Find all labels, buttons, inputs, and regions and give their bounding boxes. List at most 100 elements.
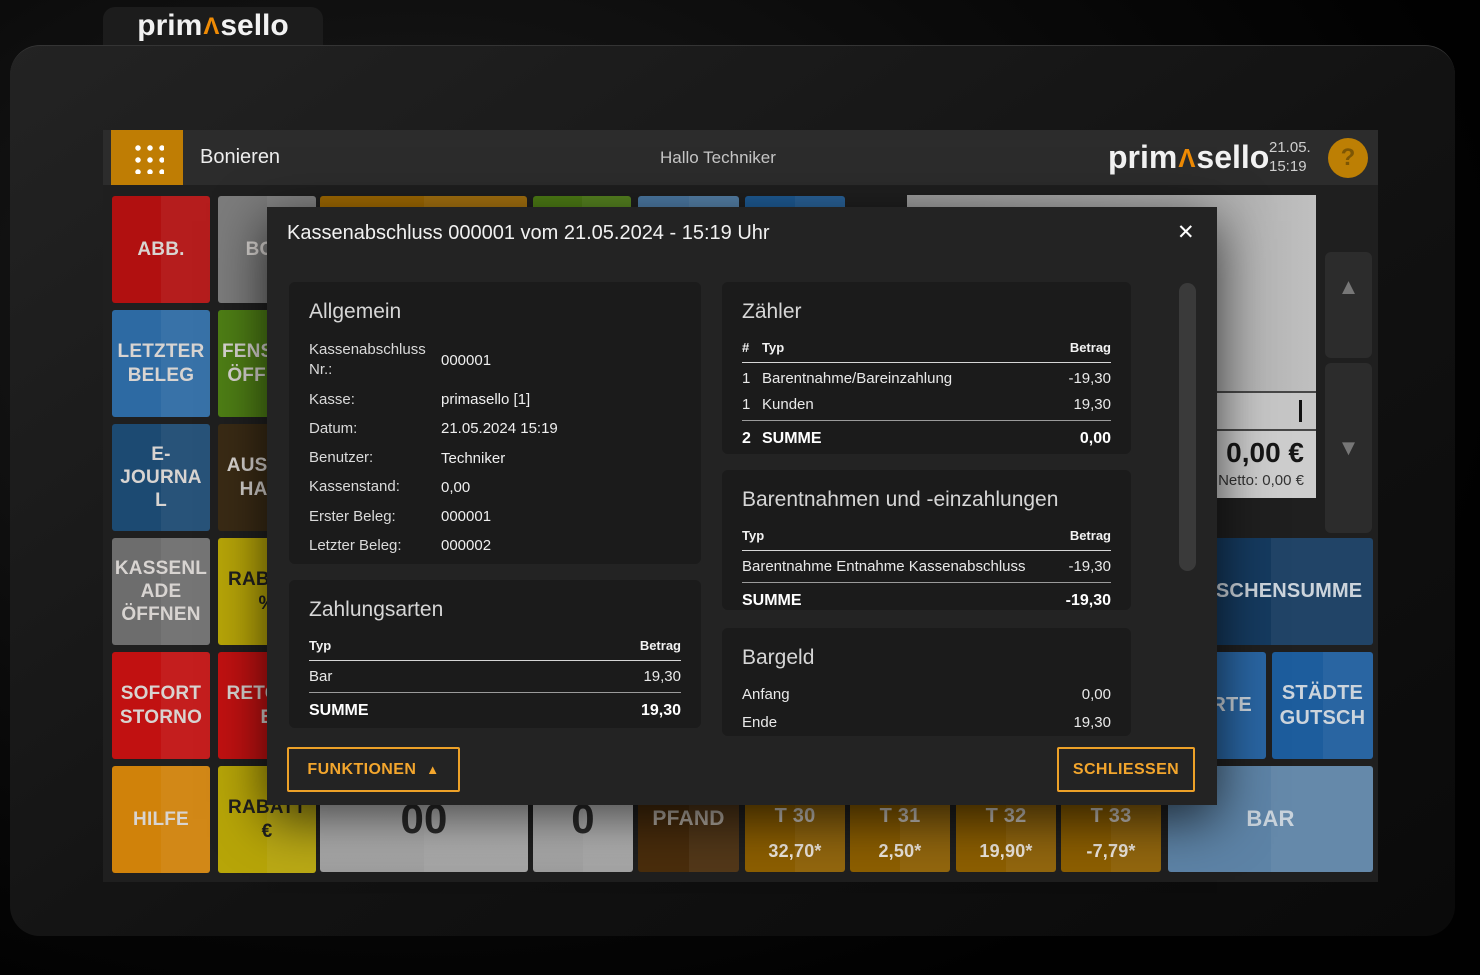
info-row: Kasse: primasello [1] [309,390,681,410]
chevron-down-icon: ▼ [1338,435,1360,461]
sum-label: SUMME [309,702,641,720]
panel-title: Zahlungsarten [309,598,681,622]
menu-button[interactable] [111,130,183,185]
col-typ: Typ [762,340,1070,355]
row-label: Ende [742,714,777,731]
cell-betrag: 19,30 [1073,396,1111,413]
logo-text-pre: prim [137,9,202,42]
funktionen-button[interactable]: FUNKTIONEN ▲ [287,747,460,792]
table-header: # Typ Betrag [742,340,1111,363]
table-label: T 33 [1091,804,1132,828]
cell-num: 1 [742,396,762,413]
sidebar-button-hilfe[interactable]: HILFE [112,766,210,873]
col-num: # [742,340,762,355]
row-label: Kassenabschluss Nr.: [309,340,429,381]
info-row: Kassenstand: 0,00 [309,477,681,497]
col-betrag: Betrag [640,638,681,653]
button-label: LETZTER BELEG [118,340,205,386]
table-label: T 32 [986,804,1027,828]
sum-label: SUMME [762,430,1080,448]
app-header: Bonieren Hallo Techniker primΛsello 21.0… [103,130,1378,185]
table-header: Typ Betrag [742,528,1111,551]
row-value: 21.05.2024 15:19 [441,420,558,437]
table-label: T 30 [775,804,816,828]
col-betrag: Betrag [1070,340,1111,355]
info-row: Erster Beleg: 000001 [309,507,681,527]
sum-value: 19,30 [641,702,681,720]
button-label: BAR [1246,806,1294,833]
cell-num: 1 [742,370,762,387]
sidebar-button-letzter-beleg[interactable]: LETZTER BELEG [112,310,210,417]
header-datetime: 21.05. 15:19 [1269,138,1319,176]
row-label: Letzter Beleg: [309,536,429,556]
panel-title: Bargeld [742,646,1111,670]
cell-typ: Kunden [762,396,1073,413]
button-label: STÄDTE GUTSCH [1280,681,1366,730]
sidebar-button-e-journal[interactable]: E- JOURNA L [112,424,210,531]
sum-value: -19,30 [1066,592,1111,610]
table-amount: 19,90* [956,841,1056,863]
button-label: E- JOURNA L [120,443,201,513]
col-typ: Typ [742,528,1070,543]
sum-label: SUMME [742,592,1066,610]
col-betrag: Betrag [1070,528,1111,543]
close-icon[interactable]: ✕ [1177,220,1195,245]
row-value: 19,30 [1073,714,1111,731]
panel-zaehler: Zähler # Typ Betrag 1 Barentnahme/Barein… [722,282,1131,454]
row-value: 000001 [441,352,491,369]
info-row: Kassenabschluss Nr.: 000001 [309,340,681,381]
app-logo-tab: primΛsello [103,7,323,45]
scroll-down-button[interactable]: ▼ [1325,363,1372,533]
panel-barentnahmen: Barentnahmen und -einzahlungen Typ Betra… [722,470,1131,610]
cell-betrag: 19,30 [643,668,681,685]
table-row: 1 Barentnahme/Bareinzahlung -19,30 [742,363,1111,389]
table-amount: 2,50* [850,841,950,863]
button-label: ABB. [137,238,184,261]
sum-value: 0,00 [1080,430,1111,448]
button-label: SCHLIESSEN [1073,761,1179,779]
help-button[interactable]: ? [1328,138,1368,178]
row-label: Benutzer: [309,448,429,468]
cell-typ: Bar [309,668,643,685]
table-amount: 32,70* [745,841,845,863]
logo-triangle-icon: Λ [202,13,220,40]
table-row: 1 Kunden 19,30 [742,389,1111,421]
info-row: Letzter Beleg: 000002 [309,536,681,556]
kassenabschluss-dialog: Kassenabschluss 000001 vom 21.05.2024 - … [267,207,1217,805]
panel-bargeld: Bargeld Anfang 0,00 Ende 19,30 [722,628,1131,736]
user-greeting: Hallo Techniker [660,148,776,168]
row-value: 0,00 [441,479,470,496]
row-label: Datum: [309,419,429,439]
info-row: Benutzer: Techniker [309,448,681,468]
triangle-up-icon: ▲ [426,762,439,777]
dialog-scrollbar-thumb[interactable] [1179,283,1196,571]
menu-grid-icon [131,141,164,174]
panel-title: Barentnahmen und -einzahlungen [742,488,1111,512]
logo-text-pre: prim [1108,139,1177,175]
row-label: Anfang [742,686,790,703]
cell-typ: Barentnahme/Bareinzahlung [762,370,1068,387]
text-cursor-icon [1299,400,1302,422]
sidebar-button-kassenlade-oeffnen[interactable]: KASSENL ADE ÖFFNEN [112,538,210,645]
header-date: 21.05. [1269,138,1319,157]
table-label: T 31 [880,804,921,828]
scroll-up-button[interactable]: ▲ [1325,252,1372,358]
primasello-logo: primΛsello [137,9,288,43]
table-amount: -7,79* [1061,841,1161,863]
schliessen-button[interactable]: SCHLIESSEN [1057,747,1195,792]
panel-allgemein: Allgemein Kassenabschluss Nr.: 000001 Ka… [289,282,701,564]
panel-zahlungsarten: Zahlungsarten Typ Betrag Bar 19,30 SUMME… [289,580,701,728]
row-label: Kassenstand: [309,477,429,497]
staedte-gutsch-button[interactable]: STÄDTE GUTSCH [1272,652,1373,759]
cell-betrag: -19,30 [1068,558,1111,575]
row-label: Kasse: [309,390,429,410]
chevron-up-icon: ▲ [1338,274,1360,300]
button-label: HILFE [133,808,189,831]
sidebar-button-sofort-storno[interactable]: SOFORT STORNO [112,652,210,759]
row-value: primasello [1] [441,391,530,408]
panel-title: Allgemein [309,300,681,324]
table-header: Typ Betrag [309,638,681,661]
row-value: 0,00 [1082,686,1111,703]
sidebar-button-abb[interactable]: ABB. [112,196,210,303]
row-value: Techniker [441,450,505,467]
